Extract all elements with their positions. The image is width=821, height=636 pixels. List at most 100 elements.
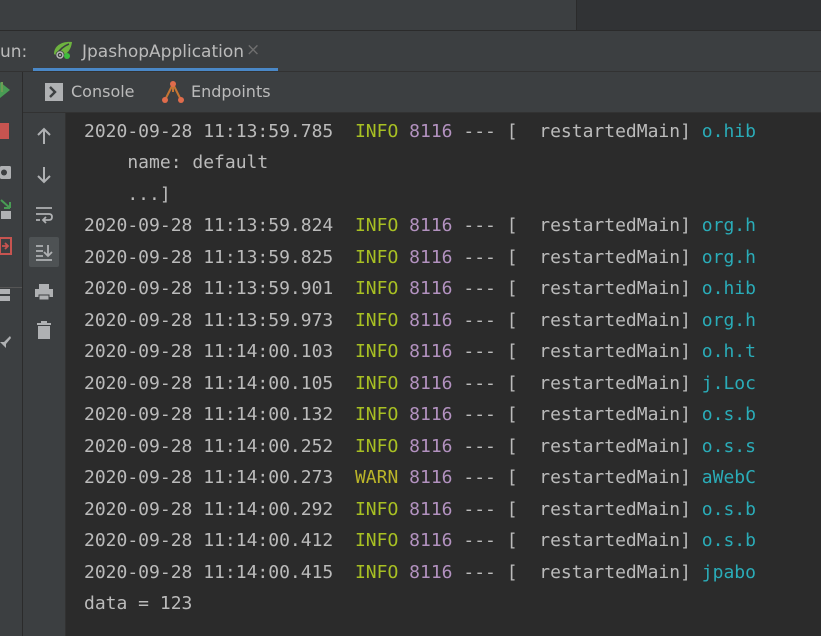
log-continuation: name: default [84, 152, 269, 173]
log-pid: 8116 [409, 435, 453, 457]
log-pid: 8116 [409, 498, 453, 520]
log-pid: 8116 [409, 404, 453, 425]
log-level: INFO [354, 372, 399, 394]
log-thread: [ restartedMain] [506, 215, 691, 236]
run-tab-title: JpashopApplication [82, 42, 245, 62]
log-level: INFO [354, 246, 399, 268]
console-icon [45, 83, 63, 105]
rerun-icon[interactable] [0, 80, 14, 106]
log-level: INFO [354, 215, 399, 236]
log-thread: [ restartedMain] [506, 467, 691, 488]
soft-wrap-icon[interactable] [29, 199, 59, 229]
log-pid: 8116 [409, 278, 453, 299]
top-strip [0, 0, 821, 30]
log-level: INFO [354, 561, 399, 583]
log-thread: [ restartedMain] [506, 530, 691, 551]
log-level: INFO [354, 309, 399, 331]
log-line: 2020-09-28 11:13:59.825 INFO 8116 --- [ … [84, 246, 756, 268]
log-thread: [ restartedMain] [506, 372, 691, 394]
log-thread: [ restartedMain] [506, 278, 691, 299]
down-arrow-icon[interactable] [29, 160, 59, 190]
log-line: 2020-09-28 11:14:00.412 INFO 8116 --- [ … [84, 530, 756, 551]
log-thread: [ restartedMain] [506, 309, 691, 331]
restore-layout-icon[interactable] [0, 196, 14, 224]
tab-console-label: Console [71, 82, 135, 101]
log-thread: [ restartedMain] [506, 121, 691, 142]
log-logger: o.s.b [701, 498, 756, 520]
run-toolbar: un: JpashopApplication × [0, 31, 821, 72]
log-logger: o.s.b [701, 404, 756, 425]
log-line: 2020-09-28 11:14:00.132 INFO 8116 --- [ … [84, 404, 756, 425]
log-pid: 8116 [409, 530, 453, 551]
spring-boot-icon [51, 39, 75, 65]
log-logger: org.h [701, 246, 756, 268]
log-pid: 8116 [409, 341, 453, 362]
log-level: INFO [354, 341, 399, 362]
log-level: WARN [354, 467, 399, 488]
log-line: 2020-09-28 11:14:00.292 INFO 8116 --- [ … [84, 498, 756, 520]
up-arrow-icon[interactable] [29, 121, 59, 151]
log-line: 2020-09-28 11:13:59.824 INFO 8116 --- [ … [84, 215, 756, 236]
log-logger: jpabo [701, 561, 756, 583]
log-pid: 8116 [409, 215, 453, 236]
log-logger: o.h.t [701, 341, 756, 362]
log-logger: aWebC [701, 467, 756, 488]
exit-icon[interactable] [0, 236, 12, 260]
log-logger: o.hib [701, 278, 756, 299]
log-thread: [ restartedMain] [506, 435, 691, 457]
log-level: INFO [354, 404, 399, 425]
top-right-panel [576, 0, 821, 30]
tool-window-tabs: Console Endpoints [23, 72, 821, 113]
log-line: 2020-09-28 11:13:59.973 INFO 8116 --- [ … [84, 309, 756, 331]
run-tab[interactable]: JpashopApplication × [33, 31, 278, 71]
pin-icon[interactable] [0, 334, 12, 358]
active-tab-indicator [33, 68, 278, 71]
log-level: INFO [354, 435, 399, 457]
log-logger: org.h [701, 309, 756, 331]
run-label: un: [0, 42, 28, 62]
log-line: 2020-09-28 11:13:59.785 INFO 8116 --- [ … [84, 121, 756, 142]
left-action-strip [0, 72, 23, 636]
stop-icon[interactable] [0, 122, 10, 144]
log-thread: [ restartedMain] [506, 561, 691, 583]
log-pid: 8116 [409, 246, 453, 268]
tab-endpoints[interactable]: Endpoints [161, 72, 277, 112]
log-pid: 8116 [409, 309, 453, 331]
log-continuation: ...] [84, 184, 171, 205]
tab-endpoints-label: Endpoints [191, 82, 271, 101]
log-thread: [ restartedMain] [506, 404, 691, 425]
log-line: 2020-09-28 11:13:59.901 INFO 8116 --- [ … [84, 278, 756, 299]
log-thread: [ restartedMain] [506, 341, 691, 362]
log-logger: o.s.s [701, 435, 756, 457]
print-icon[interactable] [29, 277, 59, 307]
trash-icon[interactable] [29, 315, 59, 345]
close-icon[interactable]: × [246, 40, 260, 60]
program-output: data = 123 [84, 593, 193, 614]
console-output[interactable]: 2020-09-28 11:13:59.785 INFO 8116 --- [ … [66, 113, 821, 636]
log-pid: 8116 [409, 561, 453, 583]
log-thread: [ restartedMain] [506, 246, 691, 268]
log-pid: 8116 [409, 467, 453, 488]
log-logger: o.s.b [701, 530, 756, 551]
log-logger: j.Loc [701, 372, 756, 394]
log-level: INFO [354, 278, 399, 299]
log-level: INFO [354, 121, 399, 142]
log-line: 2020-09-28 11:14:00.103 INFO 8116 --- [ … [84, 341, 756, 362]
log-level: INFO [354, 530, 399, 551]
log-level: INFO [354, 498, 399, 520]
tab-console[interactable]: Console [43, 72, 159, 112]
log-pid: 8116 [409, 121, 453, 142]
log-thread: [ restartedMain] [506, 498, 691, 520]
log-pid: 8116 [409, 372, 453, 394]
camera-icon[interactable] [0, 162, 12, 186]
endpoints-icon [161, 80, 185, 108]
log-line: 2020-09-28 11:14:00.273 WARN 8116 --- [ … [84, 467, 756, 488]
log-line: 2020-09-28 11:14:00.105 INFO 8116 --- [ … [84, 372, 756, 394]
console-toolbar [23, 113, 66, 636]
scroll-to-end-icon[interactable] [29, 237, 59, 267]
log-line: 2020-09-28 11:14:00.252 INFO 8116 --- [ … [84, 435, 756, 457]
log-logger: o.hib [701, 121, 756, 142]
log-logger: org.h [701, 215, 756, 236]
log-line: 2020-09-28 11:14:00.415 INFO 8116 --- [ … [84, 561, 756, 583]
layout-icon[interactable] [0, 286, 12, 308]
